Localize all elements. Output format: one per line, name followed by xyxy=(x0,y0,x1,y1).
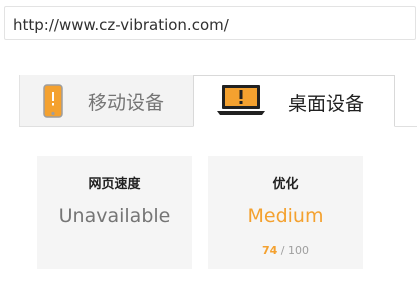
url-text: http://www.cz-vibration.com/ xyxy=(13,16,229,34)
page-speed-title: 网页速度 xyxy=(88,177,141,192)
mobile-phone-icon xyxy=(43,84,63,118)
score-number: 74 xyxy=(261,244,278,257)
tab-desktop-label: 桌面设备 xyxy=(288,93,365,115)
laptop-icon xyxy=(217,85,265,115)
url-bar[interactable]: http://www.cz-vibration.com/ xyxy=(4,6,416,40)
optimization-card: 优化 Medium 74 / 100 xyxy=(208,156,363,269)
optimization-value: Medium xyxy=(247,205,324,227)
device-tabs: 移动设备 桌面设备 xyxy=(19,75,417,127)
page-speed-card: 网页速度 Unavailable xyxy=(37,156,192,269)
score-max: / 100 xyxy=(280,244,309,257)
tab-mobile-label: 移动设备 xyxy=(88,92,165,114)
page-speed-value: Unavailable xyxy=(58,205,171,227)
optimization-score: 74 / 100 xyxy=(208,244,363,257)
optimization-title: 优化 xyxy=(272,177,299,192)
tab-mobile[interactable]: 移动设备 xyxy=(19,75,193,126)
tab-desktop[interactable]: 桌面设备 xyxy=(193,75,395,127)
